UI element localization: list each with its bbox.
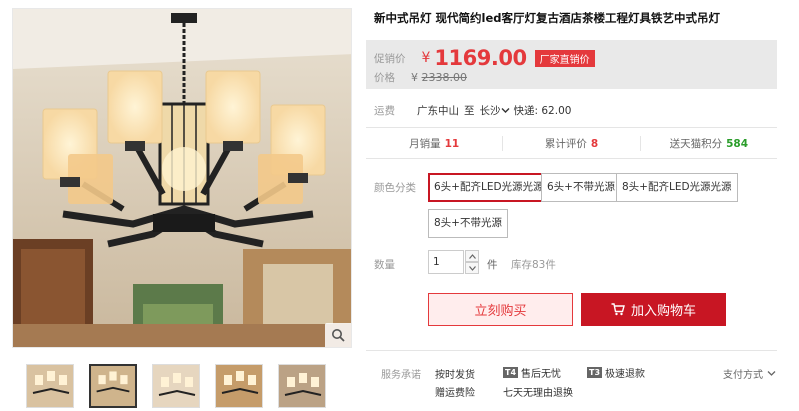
tmall-points: 送天猫积分 584 — [669, 137, 749, 150]
cart-icon — [611, 303, 625, 316]
thumbnail-selected[interactable] — [89, 364, 137, 408]
payment-methods-dropdown[interactable]: 支付方式 — [723, 366, 776, 381]
divider — [366, 158, 777, 159]
sku-option[interactable]: 8头+配齐LED光源光源 — [616, 173, 738, 202]
stats-bar: 月销量 11 累计评价 8 送天猫积分 584 — [366, 128, 777, 158]
stock-count: 库存83件 — [511, 259, 556, 271]
service-on-time-delivery: 按时发货 — [435, 370, 475, 381]
buy-now-button[interactable]: 立刻购买 — [428, 293, 573, 326]
service-fast-refund[interactable]: T3 极速退款 — [587, 365, 645, 380]
color-option-label: 颜色分类 — [374, 182, 416, 194]
thumbnail-strip — [26, 364, 326, 408]
t3-icon: T3 — [587, 367, 603, 378]
sku-option-selected[interactable]: 6头+配齐LED光源光源 — [428, 173, 550, 202]
quantity-label: 数量 — [374, 259, 395, 271]
main-product-image[interactable] — [12, 8, 352, 348]
product-title: 新中式吊灯 现代简约led客厅灯复古酒店茶楼工程灯具铁艺中式吊灯 — [374, 11, 720, 25]
service-shipping-insurance: 赠运费险 — [435, 388, 475, 399]
monthly-sales: 月销量 11 — [366, 135, 504, 151]
quantity-decrease-button[interactable] — [465, 262, 479, 274]
sku-option[interactable]: 6头+不带光源 — [541, 173, 621, 202]
service-seven-day-return[interactable]: 七天无理由退换 — [503, 384, 573, 399]
t4-icon: T4 — [503, 367, 519, 378]
promo-price-label: 促销价 — [374, 52, 406, 65]
service-label: 服务承诺 — [381, 370, 421, 381]
ship-to-word: 至 — [464, 105, 475, 117]
ship-to-city: 长沙 — [479, 105, 501, 117]
review-count[interactable]: 累计评价 8 — [503, 135, 641, 151]
original-price-label: 价格 — [374, 72, 395, 84]
service-after-sales[interactable]: T4 售后无忧 — [503, 365, 561, 380]
shipping-row: 运费 广东中山 至 长沙 快递: 62.00 — [374, 103, 571, 118]
thumbnail[interactable] — [26, 364, 74, 408]
quantity-increase-button[interactable] — [465, 250, 479, 262]
chevron-down-icon — [501, 108, 509, 113]
quantity-input[interactable] — [428, 250, 464, 274]
quantity-unit: 件 — [487, 259, 498, 271]
original-price-row: 价格 ¥ 2338.00 — [374, 70, 467, 85]
promo-price-row: 促销价 ¥ 1169.00 厂家直销价 — [374, 46, 595, 70]
original-price: ¥ 2338.00 — [411, 71, 467, 84]
currency-symbol: ¥ — [421, 50, 431, 66]
thumbnail[interactable] — [152, 364, 200, 408]
chevron-down-icon — [767, 371, 776, 376]
chevron-up-icon — [468, 253, 476, 259]
promo-price: 1169.00 — [434, 46, 527, 70]
chevron-down-icon — [468, 265, 476, 271]
payment-label: 支付方式 — [723, 370, 763, 381]
ship-to-selector[interactable]: 长沙 — [480, 103, 510, 118]
shipping-label: 运费 — [374, 105, 395, 117]
buy-now-label: 立刻购买 — [474, 304, 527, 319]
chandelier-photo — [13, 9, 351, 347]
sku-option[interactable]: 8头+不带光源 — [428, 209, 508, 238]
shipping-fee: 快递: 62.00 — [513, 105, 572, 117]
add-to-cart-button[interactable]: 加入购物车 — [581, 293, 726, 326]
thumbnail[interactable] — [215, 364, 263, 408]
thumbnail[interactable] — [278, 364, 326, 408]
promo-badge: 厂家直销价 — [534, 49, 595, 67]
price-panel: 促销价 ¥ 1169.00 厂家直销价 价格 ¥ 2338.00 — [366, 40, 777, 89]
divider — [366, 350, 777, 351]
add-to-cart-label: 加入购物车 — [630, 304, 696, 319]
ship-from: 广东中山 — [417, 105, 459, 117]
magnifier-icon — [332, 329, 345, 342]
zoom-button[interactable] — [325, 323, 351, 347]
